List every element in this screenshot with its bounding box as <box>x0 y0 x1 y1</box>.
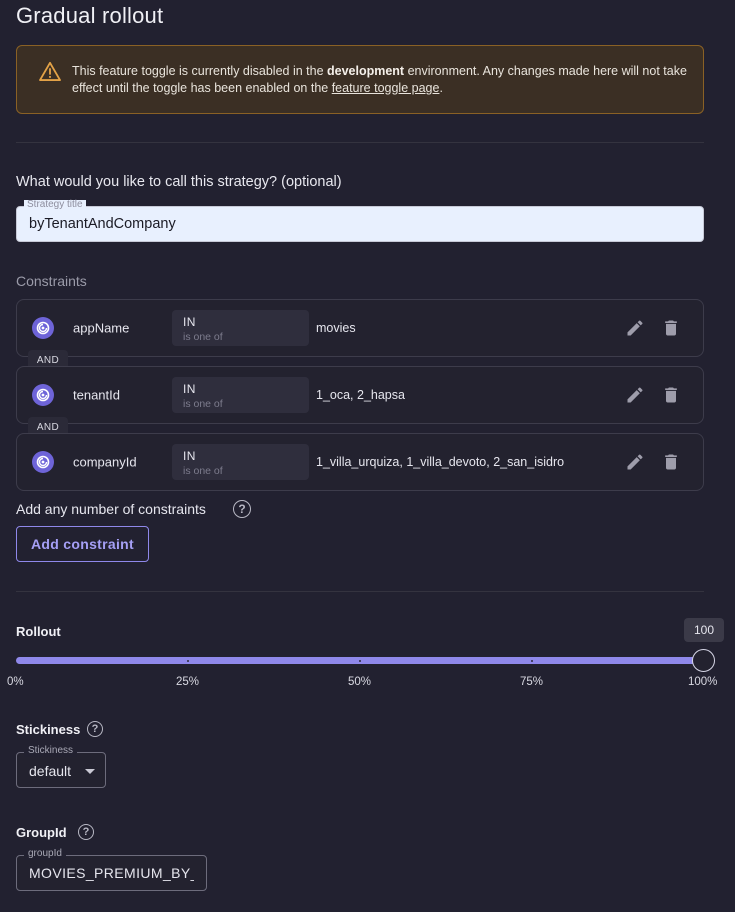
constraint-context-field: tenantId <box>73 387 120 403</box>
page-title: Gradual rollout <box>16 3 164 28</box>
strategy-title-field[interactable] <box>16 206 704 242</box>
operator-description: is one of <box>183 398 223 410</box>
slider-tick-label: 50% <box>348 676 372 688</box>
strategy-title-question: What would you like to call this strateg… <box>16 174 342 190</box>
strategy-title-input[interactable] <box>17 207 703 241</box>
rollout-label: Rollout <box>16 624 61 639</box>
constraint-operator: IN is one of <box>172 310 309 346</box>
stickiness-value: default <box>29 763 72 779</box>
constraint-values: 1_villa_urquiza, 1_villa_devoto, 2_san_i… <box>316 455 565 469</box>
operator-value: IN <box>183 315 196 329</box>
groupid-field[interactable] <box>16 855 207 891</box>
constraint-values: 1_oca, 2_hapsa <box>316 388 405 402</box>
feature-toggle-page-link[interactable]: feature toggle page <box>332 81 440 95</box>
operator-description: is one of <box>183 331 223 343</box>
edit-icon[interactable] <box>625 318 645 338</box>
constraint-icon <box>32 451 54 473</box>
rollout-slider-thumb[interactable] <box>692 649 715 672</box>
caret-down-icon <box>85 769 95 774</box>
operator-description: is one of <box>183 465 223 477</box>
constraint-row-appname: appName IN is one of movies <box>16 299 704 357</box>
operator-value: IN <box>183 382 196 396</box>
constraint-operator: IN is one of <box>172 377 309 413</box>
constraint-icon <box>32 384 54 406</box>
alert-message: This feature toggle is currently disable… <box>72 64 687 95</box>
edit-icon[interactable] <box>625 452 645 472</box>
delete-icon[interactable] <box>661 318 681 338</box>
slider-tick-label: 100% <box>688 676 718 688</box>
environment-name: development <box>327 64 405 78</box>
groupid-legend: groupId <box>24 848 66 860</box>
stickiness-label: Stickiness <box>16 722 81 737</box>
constraint-row-companyid: companyId IN is one of 1_villa_urquiza, … <box>16 433 704 491</box>
slider-tick-label: 0% <box>7 676 24 688</box>
slider-mark <box>359 660 361 662</box>
disabled-environment-alert: This feature toggle is currently disable… <box>16 45 704 114</box>
help-icon[interactable]: ? <box>78 824 94 840</box>
help-icon[interactable]: ? <box>87 721 103 737</box>
stickiness-select[interactable]: default <box>16 752 106 788</box>
constraint-context-field: appName <box>73 320 130 336</box>
delete-icon[interactable] <box>661 452 681 472</box>
constraint-icon <box>32 317 54 339</box>
constraint-context-field: companyId <box>73 454 137 470</box>
slider-tick-label: 75% <box>520 676 544 688</box>
constraint-operator: IN is one of <box>172 444 309 480</box>
delete-icon[interactable] <box>661 385 681 405</box>
add-constraint-button[interactable]: Add constraint <box>16 526 149 562</box>
stickiness-legend: Stickiness <box>24 745 78 757</box>
strategy-title-legend: Strategy title <box>24 200 86 210</box>
constraints-heading: Constraints <box>16 273 87 289</box>
slider-mark <box>187 660 189 662</box>
rollout-value-tooltip: 100 <box>684 618 724 642</box>
warning-icon <box>39 61 61 81</box>
constraint-values: movies <box>316 321 356 335</box>
constraint-row-tenantid: tenantId IN is one of 1_oca, 2_hapsa <box>16 366 704 424</box>
edit-icon[interactable] <box>625 385 645 405</box>
divider <box>16 142 704 143</box>
divider <box>16 591 704 592</box>
groupid-input[interactable] <box>17 856 206 890</box>
constraints-hint: Add any number of constraints <box>16 501 206 517</box>
slider-mark <box>531 660 533 662</box>
slider-tick-label: 25% <box>176 676 200 688</box>
help-icon[interactable]: ? <box>233 500 251 518</box>
operator-value: IN <box>183 449 196 463</box>
groupid-label: GroupId <box>16 825 67 840</box>
